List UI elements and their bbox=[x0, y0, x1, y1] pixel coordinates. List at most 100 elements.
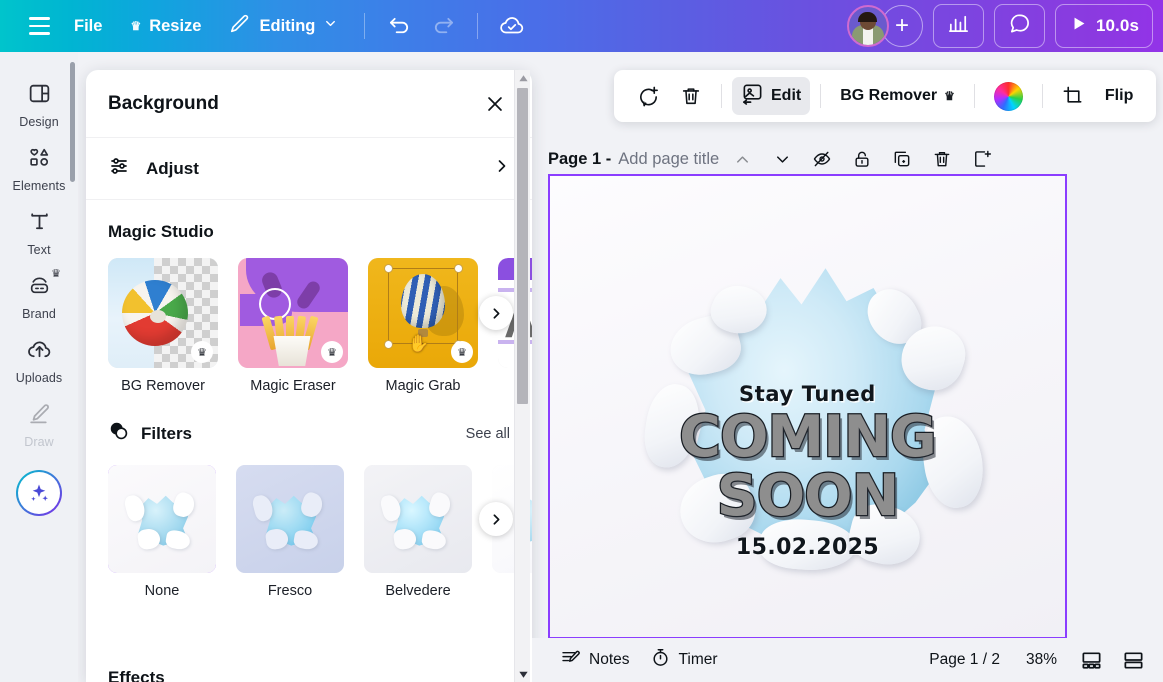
color-wheel-icon bbox=[994, 82, 1023, 111]
sidebar-item-brand[interactable]: ♛ Brand bbox=[6, 264, 72, 328]
filter-item-fresco[interactable]: Fresco bbox=[236, 465, 344, 599]
sidebar-item-label: Design bbox=[19, 115, 59, 129]
design-text-group: Stay Tuned COMING SOON 15.02.2025 bbox=[550, 382, 1065, 560]
top-toolbar: File ♛ Resize Editing bbox=[0, 0, 1163, 52]
brand-icon bbox=[27, 273, 52, 303]
timer-button[interactable]: Timer bbox=[640, 643, 728, 677]
thumbnail: ♛ bbox=[238, 258, 348, 368]
filters-row: None Fresco bbox=[108, 465, 510, 599]
comments-button[interactable] bbox=[994, 4, 1045, 48]
thumbnail-view-icon[interactable] bbox=[1115, 643, 1151, 677]
add-comment-icon[interactable] bbox=[628, 77, 669, 115]
toolbar-divider bbox=[721, 84, 722, 108]
magic-studio-item-magic-grab[interactable]: ✋ ♛ Magic Grab bbox=[368, 258, 478, 394]
notes-button[interactable]: Notes bbox=[550, 643, 640, 677]
magic-studio-next-arrow[interactable] bbox=[479, 296, 513, 330]
flip-button[interactable]: Flip bbox=[1096, 77, 1142, 115]
bg-remover-button[interactable]: BG Remover ♛ bbox=[831, 77, 964, 115]
headline-date: 15.02.2025 bbox=[550, 535, 1065, 560]
hide-page-button[interactable] bbox=[805, 142, 839, 176]
text-icon bbox=[27, 209, 52, 239]
bottom-status-bar: Notes Timer Page 1 / 2 38% bbox=[532, 638, 1163, 682]
delete-element-button[interactable] bbox=[671, 77, 711, 115]
toolbar-divider-4 bbox=[1042, 84, 1043, 108]
crown-icon: ♛ bbox=[51, 267, 61, 280]
sidebar-item-label: Elements bbox=[13, 179, 66, 193]
scroll-up-arrow[interactable] bbox=[515, 70, 531, 86]
page-header: Page 1 - Add page title bbox=[548, 142, 999, 176]
sidebar-scrollbar[interactable] bbox=[70, 62, 75, 182]
flip-label: Flip bbox=[1105, 87, 1133, 105]
panel-scrollbar[interactable] bbox=[514, 70, 530, 682]
sidebar-item-draw[interactable]: Draw bbox=[6, 392, 72, 456]
scroll-down-arrow[interactable] bbox=[515, 666, 531, 682]
edit-image-label: Edit bbox=[771, 87, 801, 105]
magic-studio-item-label: BG Remover bbox=[108, 378, 218, 394]
add-page-button[interactable] bbox=[965, 142, 999, 176]
edit-image-button[interactable]: Edit bbox=[732, 77, 810, 115]
delete-page-button[interactable] bbox=[925, 142, 959, 176]
filters-see-all-link[interactable]: See all bbox=[466, 426, 510, 442]
zoom-level[interactable]: 38% bbox=[1016, 651, 1067, 669]
page-counter[interactable]: Page 1 / 2 bbox=[919, 651, 1010, 669]
sidebar-item-text[interactable]: Text bbox=[6, 200, 72, 264]
close-icon[interactable] bbox=[478, 87, 512, 121]
panel-scrollbar-thumb[interactable] bbox=[517, 88, 528, 404]
sidebar-item-uploads[interactable]: Uploads bbox=[6, 328, 72, 392]
filters-section: Filters See all None bbox=[86, 394, 532, 599]
uploads-icon bbox=[27, 337, 52, 367]
toolbar-divider-3 bbox=[974, 84, 975, 108]
background-panel: Background Adjust Magic Studio bbox=[86, 70, 532, 682]
undo-button[interactable] bbox=[377, 6, 421, 46]
sliders-icon bbox=[108, 154, 132, 183]
crop-button[interactable] bbox=[1053, 77, 1094, 115]
sidebar-item-label: Brand bbox=[22, 307, 56, 321]
sidebar-item-label: Draw bbox=[24, 435, 54, 449]
design-canvas[interactable]: Stay Tuned COMING SOON 15.02.2025 bbox=[548, 174, 1067, 639]
toolbar-divider-2 bbox=[820, 84, 821, 108]
cloud-check-icon[interactable] bbox=[490, 6, 534, 46]
duplicate-page-button[interactable] bbox=[885, 142, 919, 176]
present-button[interactable]: 10.0s bbox=[1055, 4, 1153, 48]
left-sidebar: Design Elements Text ♛ Brand Uploads bbox=[0, 52, 78, 682]
hamburger-icon[interactable] bbox=[18, 5, 60, 47]
crown-icon: ♛ bbox=[191, 341, 213, 363]
color-picker-button[interactable] bbox=[985, 77, 1032, 115]
redo-button[interactable] bbox=[421, 6, 465, 46]
filter-item-none[interactable]: None bbox=[108, 465, 216, 599]
adjust-row[interactable]: Adjust bbox=[86, 138, 532, 200]
grid-view-icon[interactable] bbox=[1073, 643, 1109, 677]
editing-mode-button[interactable]: Editing bbox=[215, 7, 352, 45]
toolbar-divider bbox=[364, 13, 365, 39]
file-menu-label: File bbox=[74, 17, 102, 36]
filter-item-belvedere[interactable]: Belvedere bbox=[364, 465, 472, 599]
crown-icon: ♛ bbox=[451, 341, 473, 363]
filters-icon bbox=[108, 420, 130, 447]
move-page-up-button[interactable] bbox=[725, 142, 759, 176]
add-collaborator-label: + bbox=[895, 12, 909, 40]
sidebar-item-elements[interactable]: Elements bbox=[6, 136, 72, 200]
magic-sparkle-button[interactable] bbox=[16, 470, 62, 516]
analytics-button[interactable] bbox=[933, 4, 984, 48]
magic-studio-item-magic-eraser[interactable]: ♛ Magic Eraser bbox=[238, 258, 348, 394]
thumbnail bbox=[236, 465, 344, 573]
file-menu-button[interactable]: File bbox=[60, 7, 116, 45]
move-page-down-button[interactable] bbox=[765, 142, 799, 176]
chevron-down-icon bbox=[323, 16, 338, 36]
thumbnail bbox=[108, 465, 216, 573]
comment-bubble-icon bbox=[1008, 12, 1031, 40]
avatar[interactable] bbox=[847, 5, 889, 47]
filters-next-arrow[interactable] bbox=[479, 502, 513, 536]
notes-label: Notes bbox=[589, 651, 630, 669]
stopwatch-icon bbox=[650, 647, 671, 673]
resize-button[interactable]: ♛ Resize bbox=[116, 7, 215, 45]
lock-page-button[interactable] bbox=[845, 142, 879, 176]
magic-studio-item-bg-remover[interactable]: ♛ BG Remover bbox=[108, 258, 218, 394]
elements-icon bbox=[27, 145, 52, 175]
filter-item-label: None bbox=[108, 583, 216, 599]
headline-line-1: COMING bbox=[550, 410, 1065, 465]
element-float-toolbar: Edit BG Remover ♛ Flip bbox=[614, 70, 1156, 122]
page-title-input[interactable]: Add page title bbox=[618, 150, 719, 169]
sidebar-item-design[interactable]: Design bbox=[6, 72, 72, 136]
filter-item-label: Fresco bbox=[236, 583, 344, 599]
